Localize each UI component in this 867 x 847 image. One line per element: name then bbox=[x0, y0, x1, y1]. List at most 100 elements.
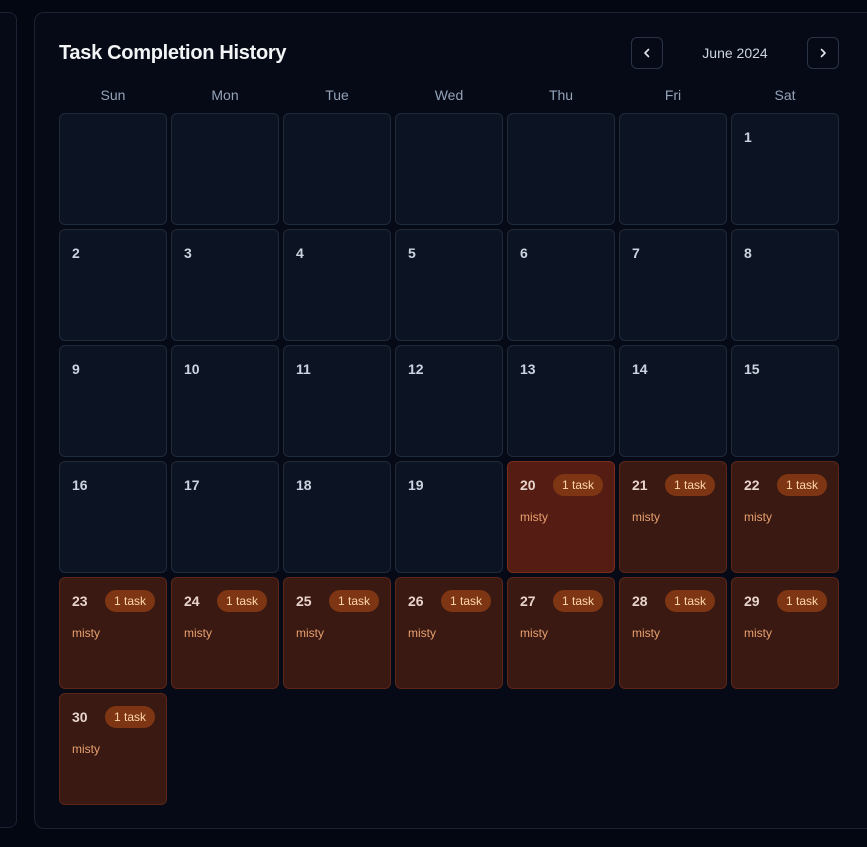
day-number: 19 bbox=[408, 477, 424, 493]
day-cell-17[interactable]: 17 bbox=[171, 461, 279, 573]
day-number: 29 bbox=[744, 593, 760, 609]
day-cell-14[interactable]: 14 bbox=[619, 345, 727, 457]
weekday-tue: Tue bbox=[325, 87, 349, 103]
day-number: 5 bbox=[408, 245, 416, 261]
day-cell-7[interactable]: 7 bbox=[619, 229, 727, 341]
day-number: 28 bbox=[632, 593, 648, 609]
task-count-badge: 1 task bbox=[777, 590, 827, 612]
day-cell-16[interactable]: 16 bbox=[59, 461, 167, 573]
day-number: 2 bbox=[72, 245, 80, 261]
task-label: misty bbox=[72, 742, 100, 756]
task-label: misty bbox=[184, 626, 212, 640]
day-cell-21[interactable]: 21 1 task misty bbox=[619, 461, 727, 573]
day-number: 9 bbox=[72, 361, 80, 377]
task-label: misty bbox=[632, 510, 660, 524]
day-cell-2[interactable]: 2 bbox=[59, 229, 167, 341]
chevron-right-icon bbox=[820, 48, 826, 58]
empty-day-cell bbox=[507, 113, 615, 225]
day-number: 21 bbox=[632, 477, 648, 493]
day-number: 12 bbox=[408, 361, 424, 377]
weekday-fri: Fri bbox=[664, 87, 682, 103]
day-number: 27 bbox=[520, 593, 536, 609]
day-number: 18 bbox=[296, 477, 312, 493]
day-cell-23[interactable]: 23 1 task misty bbox=[59, 577, 167, 689]
task-label: misty bbox=[296, 626, 324, 640]
day-cell-4[interactable]: 4 bbox=[283, 229, 391, 341]
weekday-sat: Sat bbox=[774, 87, 796, 103]
day-cell-27[interactable]: 27 1 task misty bbox=[507, 577, 615, 689]
day-cell-1[interactable]: 1 bbox=[731, 113, 839, 225]
task-label: misty bbox=[632, 626, 660, 640]
day-number: 8 bbox=[744, 245, 752, 261]
day-number: 17 bbox=[184, 477, 200, 493]
weekday-wed: Wed bbox=[434, 87, 464, 103]
day-number: 30 bbox=[72, 709, 88, 725]
task-count-badge: 1 task bbox=[665, 590, 715, 612]
task-label: misty bbox=[520, 626, 548, 640]
day-cell-22[interactable]: 22 1 task misty bbox=[731, 461, 839, 573]
day-number: 23 bbox=[72, 593, 88, 609]
day-number: 13 bbox=[520, 361, 536, 377]
task-count-badge: 1 task bbox=[441, 590, 491, 612]
calendar-title: Task Completion History bbox=[59, 42, 287, 64]
day-cell-29[interactable]: 29 1 task misty bbox=[731, 577, 839, 689]
day-cell-18[interactable]: 18 bbox=[283, 461, 391, 573]
day-number: 7 bbox=[632, 245, 640, 261]
task-count-badge: 1 task bbox=[553, 590, 603, 612]
day-cell-25[interactable]: 25 1 task misty bbox=[283, 577, 391, 689]
day-number: 25 bbox=[296, 593, 312, 609]
empty-day-cell bbox=[619, 113, 727, 225]
task-count-badge: 1 task bbox=[665, 474, 715, 496]
task-count-badge: 1 task bbox=[553, 474, 603, 496]
day-cell-6[interactable]: 6 bbox=[507, 229, 615, 341]
task-count-badge: 1 task bbox=[777, 474, 827, 496]
task-count-badge: 1 task bbox=[217, 590, 267, 612]
day-number: 10 bbox=[184, 361, 200, 377]
day-cell-12[interactable]: 12 bbox=[395, 345, 503, 457]
empty-day-cell bbox=[171, 113, 279, 225]
day-cell-11[interactable]: 11 bbox=[283, 345, 391, 457]
task-label: misty bbox=[744, 626, 772, 640]
weekday-mon: Mon bbox=[211, 87, 239, 103]
weekday-sun: Sun bbox=[100, 87, 126, 103]
day-number: 26 bbox=[408, 593, 424, 609]
day-cell-28[interactable]: 28 1 task misty bbox=[619, 577, 727, 689]
day-cell-15[interactable]: 15 bbox=[731, 345, 839, 457]
empty-day-cell bbox=[283, 113, 391, 225]
day-cell-26[interactable]: 26 1 task misty bbox=[395, 577, 503, 689]
chevron-left-icon bbox=[644, 48, 650, 58]
day-cell-13[interactable]: 13 bbox=[507, 345, 615, 457]
task-label: misty bbox=[520, 510, 548, 524]
weekday-thu: Thu bbox=[548, 87, 574, 103]
day-number: 4 bbox=[296, 245, 304, 261]
day-number: 16 bbox=[72, 477, 88, 493]
current-month-label: June 2024 bbox=[702, 45, 768, 61]
day-number: 14 bbox=[632, 361, 648, 377]
day-number: 15 bbox=[744, 361, 760, 377]
day-number: 3 bbox=[184, 245, 192, 261]
day-cell-20[interactable]: 20 1 task misty bbox=[507, 461, 615, 573]
empty-day-cell bbox=[59, 113, 167, 225]
day-number: 20 bbox=[520, 477, 536, 493]
empty-day-cell bbox=[395, 113, 503, 225]
task-label: misty bbox=[744, 510, 772, 524]
day-cell-3[interactable]: 3 bbox=[171, 229, 279, 341]
prev-month-button[interactable] bbox=[631, 37, 663, 69]
task-label: misty bbox=[408, 626, 436, 640]
day-cell-30[interactable]: 30 1 task misty bbox=[59, 693, 167, 805]
day-cell-9[interactable]: 9 bbox=[59, 345, 167, 457]
next-month-button[interactable] bbox=[807, 37, 839, 69]
day-cell-24[interactable]: 24 1 task misty bbox=[171, 577, 279, 689]
day-cell-8[interactable]: 8 bbox=[731, 229, 839, 341]
day-number: 24 bbox=[184, 593, 200, 609]
day-number: 1 bbox=[744, 129, 752, 145]
task-label: misty bbox=[72, 626, 100, 640]
task-count-badge: 1 task bbox=[329, 590, 379, 612]
side-panel bbox=[0, 12, 17, 828]
day-number: 22 bbox=[744, 477, 760, 493]
day-number: 11 bbox=[296, 361, 311, 377]
day-cell-19[interactable]: 19 bbox=[395, 461, 503, 573]
day-cell-10[interactable]: 10 bbox=[171, 345, 279, 457]
day-cell-5[interactable]: 5 bbox=[395, 229, 503, 341]
task-count-badge: 1 task bbox=[105, 590, 155, 612]
